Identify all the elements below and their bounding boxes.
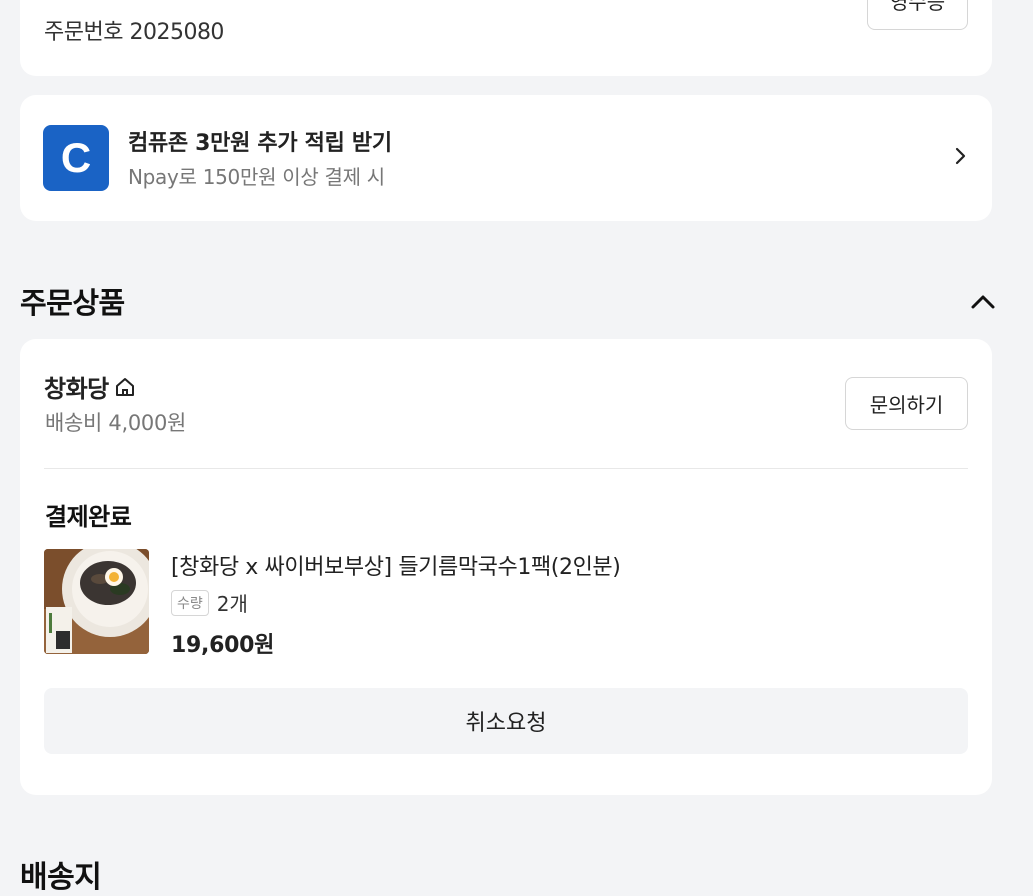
product-image — [44, 549, 149, 654]
receipt-button[interactable]: 영수증 — [867, 0, 968, 30]
store-header[interactable]: 창화당 — [44, 369, 137, 404]
inquiry-button[interactable]: 문의하기 — [845, 377, 968, 430]
product-price: 19,600원 — [171, 633, 275, 658]
chevron-up-icon[interactable] — [966, 287, 1000, 315]
order-items-heading: 주문상품 — [20, 286, 125, 320]
promo-subtitle: Npay로 150만원 이상 결제 시 — [128, 165, 385, 189]
chevron-right-icon — [955, 147, 966, 165]
shipping-address-heading: 배송지 — [20, 860, 102, 895]
product-thumbnail[interactable] — [44, 549, 149, 654]
cancel-request-button[interactable]: 취소요청 — [44, 688, 968, 754]
payment-status: 결제완료 — [45, 503, 132, 531]
order-item-card: 창화당 배송비 4,000원 문의하기 결제완료 [창화당 x 싸이버보부상] … — [20, 339, 992, 795]
quantity-label: 수량 — [171, 589, 209, 616]
store-name[interactable]: 창화당 — [44, 369, 109, 404]
order-summary-card: 주문번호 2025080 영수증 — [20, 0, 992, 76]
order-number: 주문번호 2025080 — [44, 20, 224, 45]
quantity-value: 2개 — [216, 592, 248, 616]
home-icon[interactable] — [113, 375, 137, 399]
promo-banner[interactable]: C 컴퓨존 3만원 추가 적립 받기 Npay로 150만원 이상 결제 시 — [20, 95, 992, 221]
shipping-fee: 배송비 4,000원 — [45, 411, 187, 435]
compuzone-logo: C — [43, 125, 109, 191]
quantity-row: 수량 2개 — [171, 588, 248, 617]
divider — [44, 468, 968, 469]
promo-title: 컴퓨존 3만원 추가 적립 받기 — [128, 131, 392, 156]
product-title[interactable]: [창화당 x 싸이버보부상] 들기름막국수1팩(2인분) — [171, 549, 621, 581]
